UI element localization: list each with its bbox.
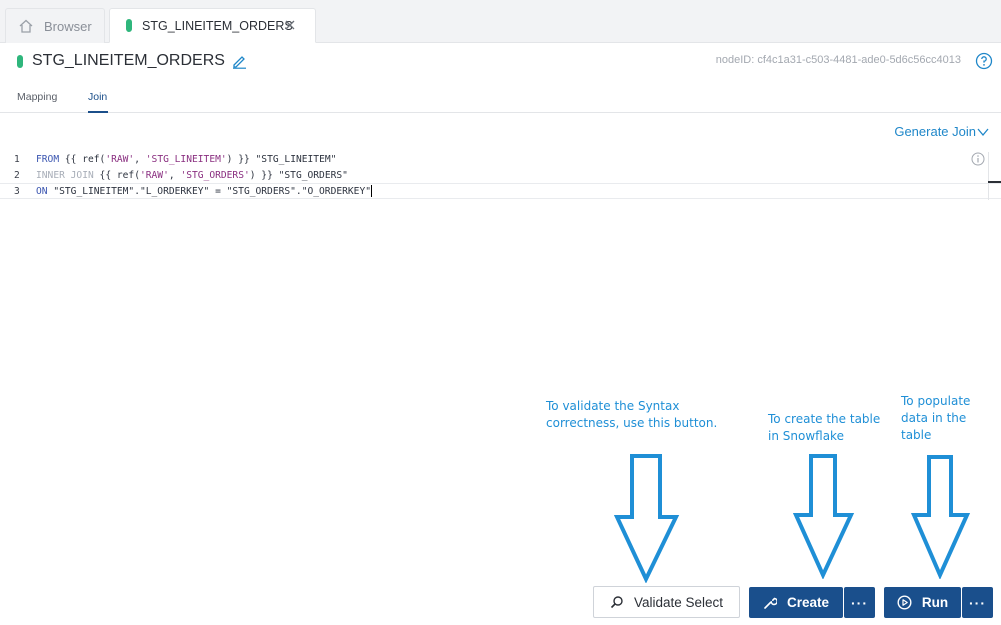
pencil-icon[interactable]: [232, 54, 247, 69]
code-line: 2 INNER JOIN {{ ref('RAW', 'STG_ORDERS')…: [0, 167, 1001, 183]
editor-scroll-marker: [988, 181, 1001, 183]
tab-mapping[interactable]: Mapping: [17, 91, 57, 103]
search-icon: [610, 596, 623, 609]
create-more-button[interactable]: ···: [844, 587, 875, 618]
tab-browser-label: Browser: [44, 18, 92, 34]
editor-scrollbar[interactable]: [988, 152, 1001, 200]
home-icon: [19, 19, 33, 33]
subtab-bar: Mapping Join: [0, 80, 1001, 113]
code-line: 1 FROM {{ ref('RAW', 'STG_LINEITEM') }} …: [0, 151, 1001, 167]
code-line-current: 3 ON "STG_LINEITEM"."L_ORDERKEY" = "STG_…: [0, 183, 1001, 199]
validate-select-button[interactable]: Validate Select: [593, 586, 740, 618]
text-cursor: [371, 185, 373, 197]
tab-bar: Browser STG_LINEITEM_ORDERS: [0, 0, 1001, 43]
generate-join-label: Generate Join: [894, 124, 976, 139]
code-text: ON "STG_LINEITEM"."L_ORDERKEY" = "STG_OR…: [36, 185, 373, 197]
page-title: STG_LINEITEM_ORDERS: [32, 52, 225, 69]
more-icon: ···: [851, 594, 868, 611]
active-tab-indicator: [88, 111, 108, 113]
wrench-icon: [764, 597, 777, 609]
annotation-validate: To validate the Syntax correctness, use …: [546, 399, 718, 430]
play-icon: [897, 595, 912, 610]
tab-join[interactable]: Join: [88, 91, 107, 103]
tab-browser[interactable]: Browser: [5, 8, 105, 43]
tab-stg-lineitem-orders[interactable]: STG_LINEITEM_ORDERS: [109, 8, 316, 43]
validate-select-label: Validate Select: [633, 594, 724, 610]
close-icon[interactable]: [283, 18, 297, 32]
chevron-down-icon: [977, 128, 989, 136]
tab-active-label: STG_LINEITEM_ORDERS: [142, 18, 293, 33]
line-number: 2: [14, 169, 20, 181]
line-number: 3: [14, 185, 20, 197]
info-icon[interactable]: [971, 152, 985, 166]
arrow-down-icon: [793, 454, 855, 579]
line-number: 1: [14, 153, 20, 165]
more-icon: ···: [969, 594, 986, 611]
create-button[interactable]: Create: [749, 587, 843, 618]
node-id: nodeID: cf4c1a31-c503-4481-ade0-5d6c56cc…: [715, 54, 961, 66]
annotation-run: To populate data in the table: [901, 394, 971, 442]
run-label: Run: [921, 595, 949, 610]
arrow-down-icon: [614, 454, 680, 583]
sql-editor[interactable]: 1 FROM {{ ref('RAW', 'STG_LINEITEM') }} …: [0, 150, 1001, 210]
code-text: FROM {{ ref('RAW', 'STG_LINEITEM') }} "S…: [36, 153, 337, 165]
generate-join-button[interactable]: Generate Join: [894, 124, 989, 139]
node-status-dot: [126, 19, 132, 32]
page-header: STG_LINEITEM_ORDERS: [17, 50, 247, 72]
node-status-dot: [17, 54, 23, 68]
run-more-button[interactable]: ···: [962, 587, 993, 618]
annotation-create: To create the table in Snowflake: [768, 412, 881, 443]
create-label: Create: [786, 595, 830, 610]
help-icon[interactable]: [975, 52, 993, 70]
run-button[interactable]: Run: [884, 587, 961, 618]
code-text: INNER JOIN {{ ref('RAW', 'STG_ORDERS') }…: [36, 169, 348, 181]
arrow-down-icon: [911, 455, 971, 579]
